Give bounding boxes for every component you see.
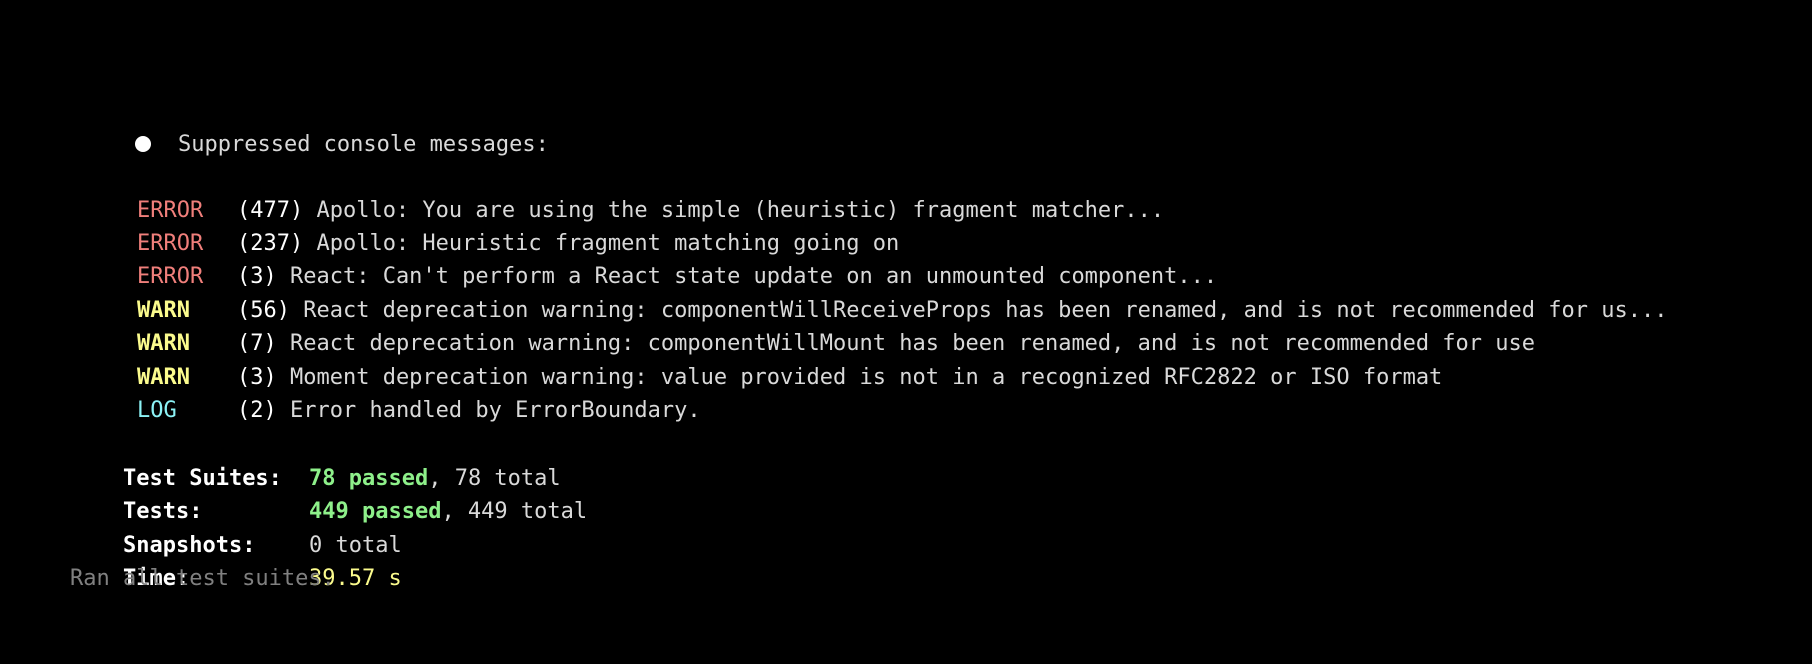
console-message: ERROR (477) Apollo: You are using the sim… bbox=[84, 160, 1164, 223]
summary-time: Time: 39.57 s bbox=[70, 528, 402, 591]
level-label: LOG bbox=[136, 398, 177, 423]
summary-test-suites: Test Suites: 78 passed, 78 total bbox=[70, 428, 561, 491]
suppressed-title: Suppressed console messages: bbox=[177, 132, 549, 157]
message-text: Error handled by ErrorBoundary. bbox=[276, 398, 701, 423]
console-message: WARN (3) Moment deprecation warning: valu… bbox=[84, 327, 1442, 390]
console-message: ERROR (237) Apollo: Heuristic fragment ma… bbox=[84, 193, 899, 256]
summary-total: , 449 total bbox=[441, 499, 588, 524]
console-message: WARN (7) React deprecation warning: compo… bbox=[84, 293, 1535, 356]
summary-tests: Tests: 449 passed, 449 total bbox=[70, 461, 587, 524]
console-message: LOG (2) Error handled by ErrorBoundary. bbox=[84, 360, 701, 423]
suppressed-header: Suppressed console messages: bbox=[82, 94, 549, 157]
summary-snapshots: Snapshots: 0 total bbox=[70, 495, 402, 558]
console-message: ERROR (3) React: Can't perform a React st… bbox=[84, 226, 1217, 289]
console-message: WARN (56) React deprecation warning: comp… bbox=[84, 260, 1667, 323]
ran-all-footer: Ran all test suites. bbox=[70, 566, 335, 591]
terminal-output: Suppressed console messages: ERROR (477) … bbox=[0, 0, 1812, 664]
bullet-icon bbox=[134, 136, 151, 152]
message-count: (2) bbox=[236, 398, 277, 423]
